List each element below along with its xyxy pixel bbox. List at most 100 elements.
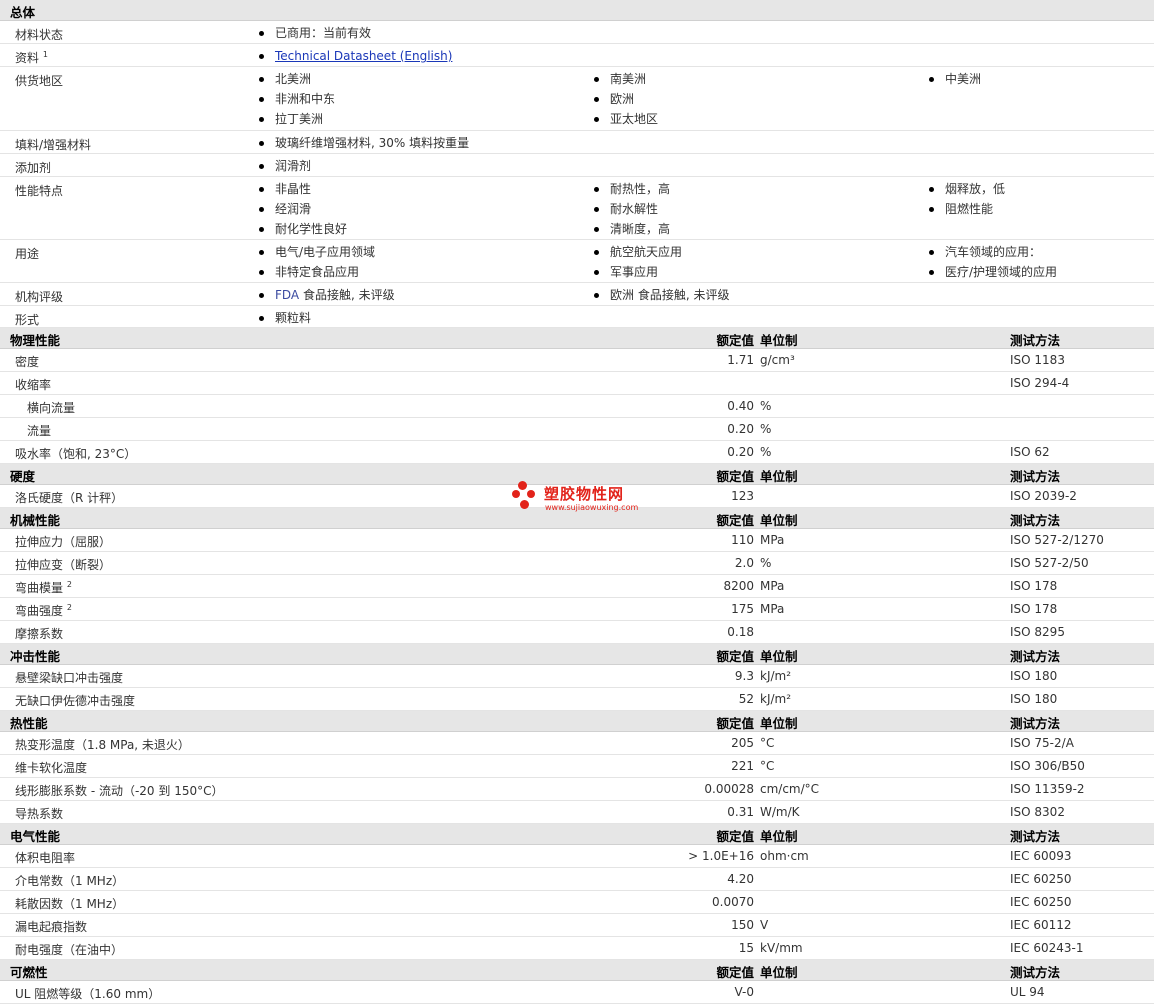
- bullet-list: 润滑剂: [259, 159, 311, 179]
- bullet-item: 经润滑: [259, 202, 347, 222]
- label-text: 悬壁梁缺口冲击强度: [15, 671, 124, 685]
- property-value: 205: [731, 736, 754, 750]
- logo-dot: [518, 481, 527, 490]
- test-method: ISO 11359-2: [1010, 782, 1085, 796]
- label-text: 添加剂: [15, 161, 52, 175]
- property-value: > 1.0E+16: [688, 849, 754, 863]
- label-text: 无缺口伊佐德冲击强度: [15, 694, 136, 708]
- property-value: 0.20: [727, 422, 754, 436]
- general-rows: 材料状态 已商用：当前有效 资料 1 Technical Datasheet (Eng…: [0, 21, 1154, 328]
- property-row: 耗散因数（1 MHz） 0.0070 IEC 60250: [0, 891, 1154, 914]
- bullet-item: 汽车领域的应用：: [929, 245, 1057, 265]
- bullet-list: 烟释放，低 阻燃性能: [929, 182, 1005, 222]
- bullet-item: 玻璃纤维增强材料, 30% 填料按重量: [259, 136, 469, 156]
- property-row: 弯曲强度 2 175 MPa ISO 178: [0, 598, 1154, 621]
- bullet-item: 欧洲: [594, 92, 658, 112]
- property-sections: 物理性能 额定值 单位制 测试方法 密度 1.71 g/cm³ ISO 1183 收缩率 ISO …: [0, 328, 1154, 1004]
- bullet-item: 耐热性，高: [594, 182, 670, 202]
- bullet-item: 非晶性: [259, 182, 347, 202]
- property-label: 密度: [15, 353, 39, 370]
- property-unit: %: [760, 422, 772, 436]
- property-section: 冲击性能 额定值 单位制 测试方法 悬壁梁缺口冲击强度 9.3 kJ/m² ISO 180 无缺…: [0, 644, 1154, 711]
- value-column-header: 额定值: [716, 469, 754, 484]
- property-value: 150: [731, 918, 754, 932]
- bullet-item: 拉丁美洲: [259, 112, 335, 132]
- property-value: 2.0: [734, 556, 754, 570]
- property-value: 0.00028: [704, 782, 754, 796]
- bullet-list: 欧洲 食品接触, 未评级: [594, 288, 729, 308]
- value-column-header: 额定值: [716, 513, 754, 528]
- label-text: 弯曲强度: [15, 604, 64, 618]
- test-method: ISO 180: [1010, 692, 1058, 706]
- unit-column-header: 单位制: [760, 513, 798, 528]
- bullet-item: 清晰度，高: [594, 222, 670, 242]
- bullet-item: 润滑剂: [259, 159, 311, 179]
- property-value: 1.71: [727, 353, 754, 367]
- label-text: 流量: [27, 424, 52, 438]
- section-title: 物理性能: [10, 333, 61, 348]
- section-title: 机械性能: [10, 513, 61, 528]
- bullet-item: FDA 食品接触, 未评级: [259, 288, 395, 308]
- general-row: 机构评级 FDA 食品接触, 未评级 欧洲 食品接触, 未评级: [0, 283, 1154, 306]
- bullet-list: 北美洲 非洲和中东 拉丁美洲: [259, 72, 335, 132]
- property-row: 线形膨胀系数 - 流动（-20 到 150°C） 0.00028 cm/cm/°C I…: [0, 778, 1154, 801]
- label-text: 洛氏硬度（R 计秤）: [15, 491, 124, 505]
- general-row-label: 资料 1: [15, 49, 48, 66]
- section-header-general: 总体: [0, 0, 1154, 21]
- test-method: ISO 178: [1010, 602, 1058, 616]
- bullet-item: 医疗/护理领域的应用: [929, 265, 1057, 285]
- property-row: 介电常数（1 MHz） 4.20 IEC 60250: [0, 868, 1154, 891]
- datasheet-link[interactable]: Technical Datasheet (English): [275, 49, 452, 63]
- property-value: 52: [738, 692, 754, 706]
- property-label: 摩擦系数: [15, 625, 63, 642]
- bullet-list: 玻璃纤维增强材料, 30% 填料按重量: [259, 136, 469, 156]
- bullet-item: 军事应用: [594, 265, 682, 285]
- label-text: 性能特点: [15, 184, 64, 198]
- property-row: 耐电强度（在油中） 15 kV/mm IEC 60243-1: [0, 937, 1154, 960]
- label-text: 收缩率: [15, 378, 52, 392]
- test-method-column-header: 测试方法: [1010, 469, 1061, 484]
- property-row: 漏电起痕指数 150 V IEC 60112: [0, 914, 1154, 937]
- bullet-list: 非晶性 经润滑 耐化学性良好: [259, 182, 347, 242]
- test-method: IEC 60093: [1010, 849, 1072, 863]
- test-method: ISO 75-2/A: [1010, 736, 1074, 750]
- property-row: 无缺口伊佐德冲击强度 52 kJ/m² ISO 180: [0, 688, 1154, 711]
- test-method: ISO 527-2/1270: [1010, 533, 1104, 547]
- label-text: 耗散因数（1 MHz）: [15, 897, 125, 911]
- property-row: 热变形温度（1.8 MPa, 未退火） 205 °C ISO 75-2/A: [0, 732, 1154, 755]
- bullet-item: 中美洲: [929, 72, 981, 92]
- property-row: 体积电阻率 > 1.0E+16 ohm·cm IEC 60093: [0, 845, 1154, 868]
- test-method-column-header: 测试方法: [1010, 649, 1061, 664]
- test-method-column-header: 测试方法: [1010, 333, 1061, 348]
- property-value: 0.31: [727, 805, 754, 819]
- footnote-marker: 2: [66, 580, 72, 589]
- section-header: 可燃性 额定值 单位制 测试方法: [0, 960, 1154, 981]
- label-text: 摩擦系数: [15, 627, 64, 641]
- bullet-list: 中美洲: [929, 72, 981, 92]
- unit-column-header: 单位制: [760, 333, 798, 348]
- label-text: 弯曲模量: [15, 581, 64, 595]
- property-label: 无缺口伊佐德冲击强度: [15, 692, 135, 709]
- label-text: 体积电阻率: [15, 851, 76, 865]
- test-method: ISO 294-4: [1010, 376, 1070, 390]
- general-row-label: 供货地区: [15, 72, 63, 89]
- property-section: 可燃性 额定值 单位制 测试方法 UL 阻燃等级（1.60 mm） V-0 UL 94: [0, 960, 1154, 1004]
- property-label: 导热系数: [15, 805, 63, 822]
- watermark-logo: 塑胶物性网 www.sujiaowuxing.com: [512, 481, 652, 515]
- property-value: V-0: [734, 985, 754, 999]
- property-value: 15: [738, 941, 754, 955]
- section-header: 电气性能 额定值 单位制 测试方法: [0, 824, 1154, 845]
- test-method: ISO 2039-2: [1010, 489, 1077, 503]
- label-text: UL 阻燃等级（1.60 mm）: [15, 987, 161, 1001]
- test-method-column-header: 测试方法: [1010, 513, 1061, 528]
- test-method: ISO 527-2/50: [1010, 556, 1089, 570]
- label-text: 密度: [15, 355, 40, 369]
- test-method: IEC 60250: [1010, 895, 1072, 909]
- property-row: 密度 1.71 g/cm³ ISO 1183: [0, 349, 1154, 372]
- section-title: 热性能: [10, 716, 48, 731]
- general-row: 供货地区 北美洲 非洲和中东 拉丁美洲 南美洲 欧洲 亚太地区 中美洲: [0, 67, 1154, 131]
- property-label: 横向流量: [27, 399, 75, 416]
- bullet-list: 航空航天应用 军事应用: [594, 245, 682, 285]
- section-title: 总体: [10, 5, 36, 20]
- test-method: IEC 60112: [1010, 918, 1072, 932]
